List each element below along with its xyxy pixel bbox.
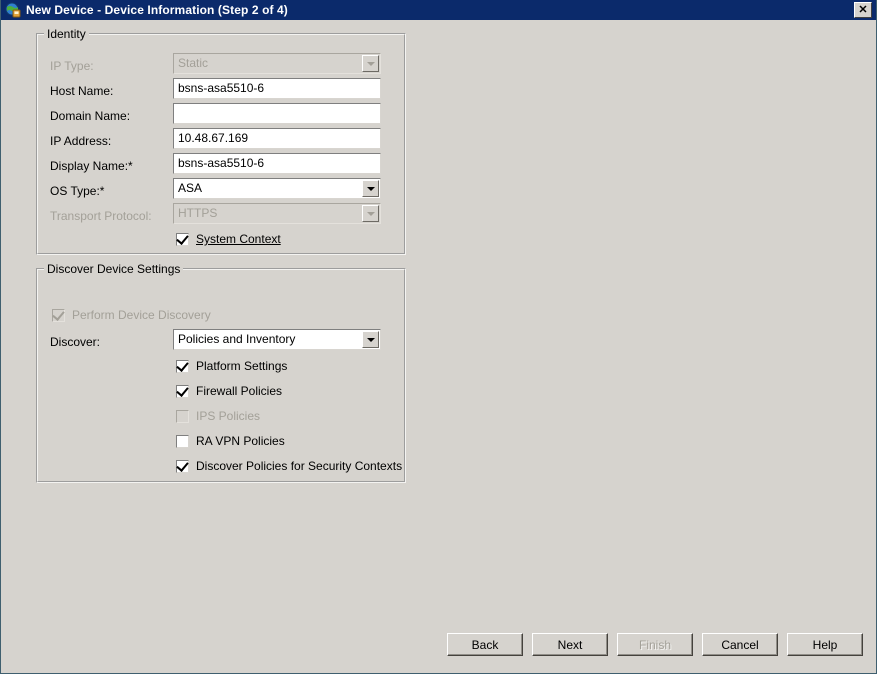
perform-device-discovery-label: Perform Device Discovery <box>72 308 211 322</box>
chevron-down-icon[interactable] <box>362 180 379 197</box>
cancel-button[interactable]: Cancel <box>702 633 778 656</box>
host-name-label: Host Name: <box>50 84 114 98</box>
ip-address-input[interactable]: 10.48.67.169 <box>173 128 381 149</box>
checkbox-box[interactable] <box>176 383 189 398</box>
checkbox-box[interactable] <box>176 231 189 246</box>
ip-type-select: Static <box>173 53 381 74</box>
discover-select-value: Policies and Inventory <box>178 332 296 346</box>
host-name-input[interactable]: bsns-asa5510-6 <box>173 78 381 99</box>
checkbox-box[interactable] <box>176 458 189 473</box>
next-button[interactable]: Next <box>532 633 608 656</box>
system-context-checkbox[interactable]: System Context <box>176 231 281 246</box>
checkbox-box[interactable] <box>176 358 189 373</box>
discover-select[interactable]: Policies and Inventory <box>173 329 381 350</box>
os-type-label: OS Type:* <box>50 184 105 198</box>
chevron-down-icon[interactable] <box>362 331 379 348</box>
identity-group-title: Identity <box>44 27 89 41</box>
new-device-wizard-window: New Device - Device Information (Step 2 … <box>0 0 877 674</box>
display-name-label: Display Name:* <box>50 159 133 173</box>
platform-settings-checkbox[interactable]: Platform Settings <box>176 358 288 373</box>
help-button[interactable]: Help <box>787 633 863 656</box>
perform-device-discovery-checkbox: Perform Device Discovery <box>52 307 211 322</box>
os-type-value: ASA <box>178 181 203 195</box>
discover-label: Discover: <box>50 335 101 349</box>
checkbox-box <box>176 409 189 423</box>
ip-address-label: IP Address: <box>50 134 112 148</box>
platform-settings-label: Platform Settings <box>196 359 288 373</box>
window-titlebar[interactable]: New Device - Device Information (Step 2 … <box>1 0 876 20</box>
chevron-down-icon <box>362 205 379 222</box>
close-glyph: ✕ <box>858 3 868 16</box>
ip-type-label: IP Type: <box>50 59 94 73</box>
discover-policies-security-contexts-checkbox[interactable]: Discover Policies for Security Contexts <box>176 458 403 473</box>
ip-type-value: Static <box>178 56 209 70</box>
back-button[interactable]: Back <box>447 633 523 656</box>
chevron-down-icon <box>362 55 379 72</box>
discover-group-title: Discover Device Settings <box>44 262 184 276</box>
transport-protocol-select: HTTPS <box>173 203 381 224</box>
discover-policies-security-contexts-label: Discover Policies for Security Contexts <box>196 459 403 473</box>
checkbox-box[interactable] <box>176 434 189 448</box>
transport-protocol-label: Transport Protocol: <box>50 209 152 223</box>
checkbox-box <box>52 307 65 322</box>
system-context-label: System Context <box>196 232 281 246</box>
dialog-client-area: Identity IP Type: Static Host Name: bsns… <box>1 20 876 673</box>
firewall-policies-checkbox[interactable]: Firewall Policies <box>176 383 283 398</box>
firewall-policies-label: Firewall Policies <box>196 384 283 398</box>
close-icon[interactable]: ✕ <box>854 2 872 18</box>
domain-name-input[interactable] <box>173 103 381 124</box>
discover-device-settings-groupbox: Discover Device Settings Perform Device … <box>36 262 406 483</box>
finish-button: Finish <box>617 633 693 656</box>
transport-protocol-value: HTTPS <box>178 206 218 220</box>
globe-device-icon <box>5 2 21 18</box>
os-type-select[interactable]: ASA <box>173 178 381 199</box>
window-title: New Device - Device Information (Step 2 … <box>26 3 288 17</box>
identity-groupbox: Identity IP Type: Static Host Name: bsns… <box>36 27 406 255</box>
ra-vpn-policies-checkbox[interactable]: RA VPN Policies <box>176 434 285 448</box>
ips-policies-label: IPS Policies <box>196 409 261 423</box>
ips-policies-checkbox: IPS Policies <box>176 409 260 423</box>
display-name-input[interactable]: bsns-asa5510-6 <box>173 153 381 174</box>
domain-name-label: Domain Name: <box>50 109 131 123</box>
groupbox-inner-border <box>37 269 405 482</box>
ra-vpn-policies-label: RA VPN Policies <box>196 434 285 448</box>
